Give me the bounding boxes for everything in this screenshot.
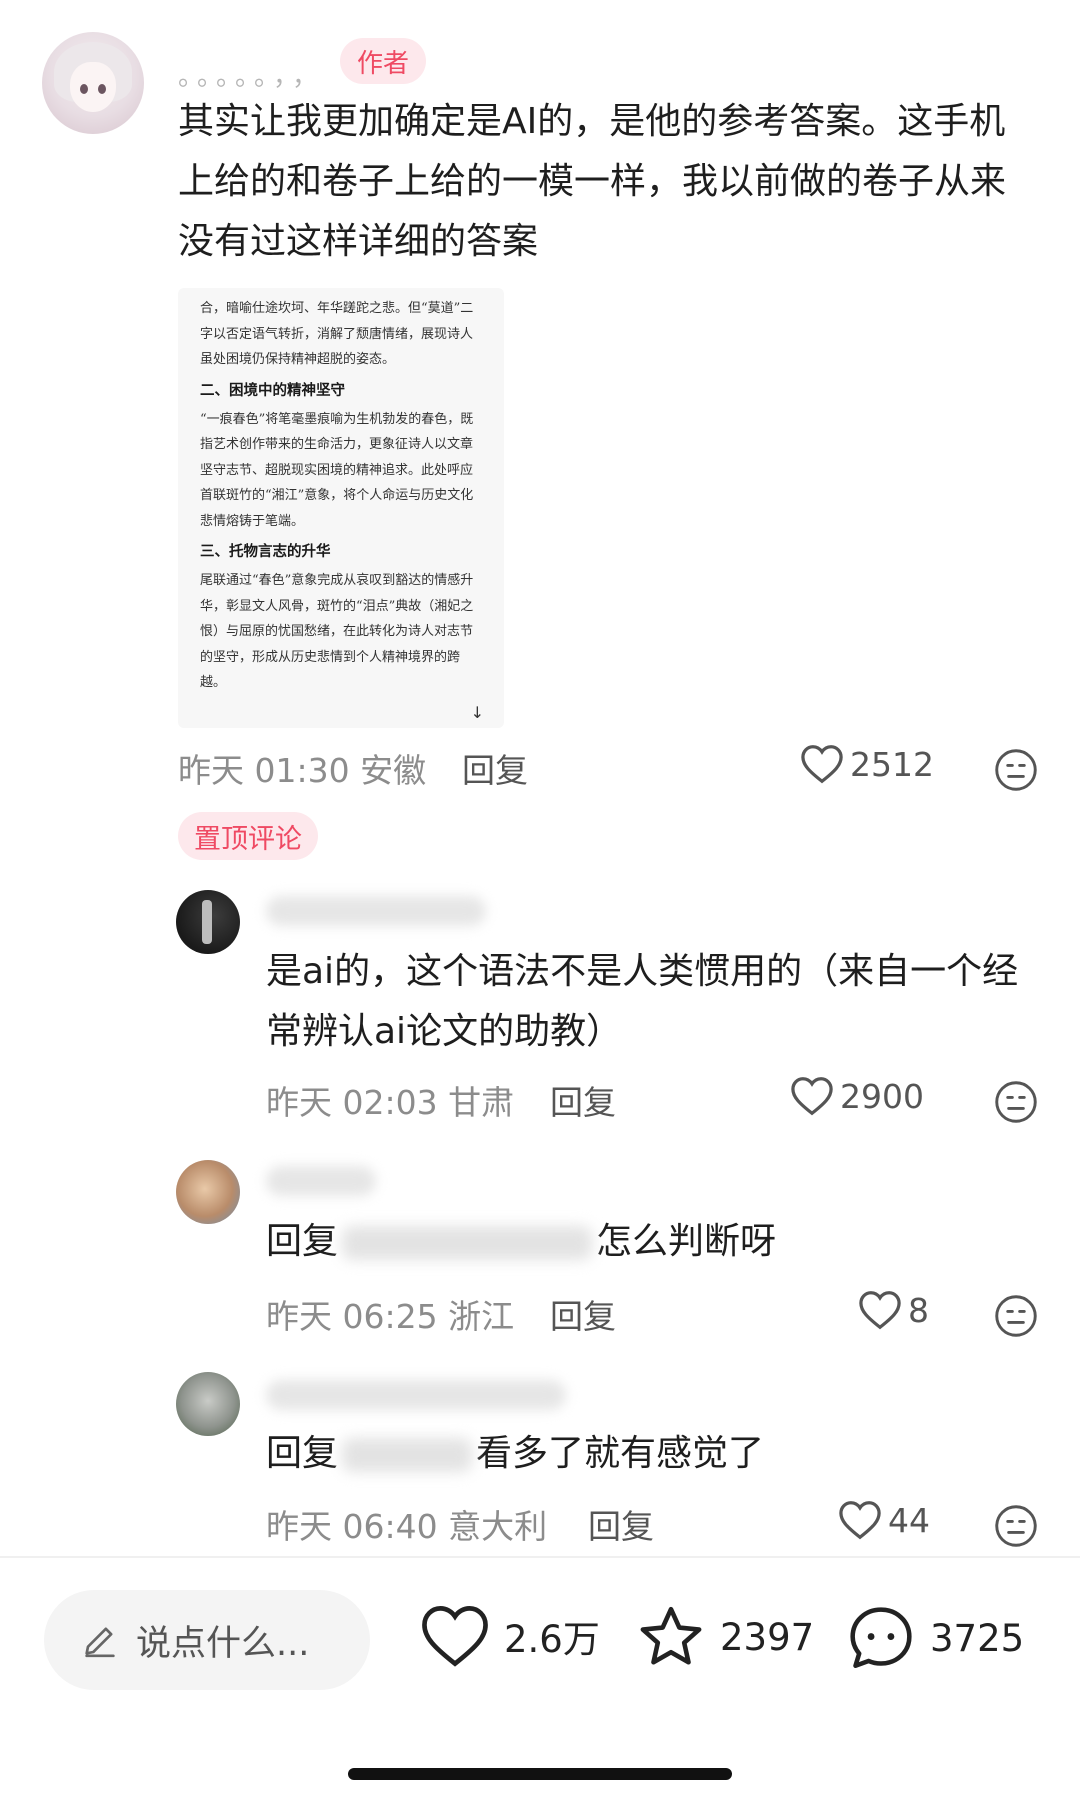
comment-meta: 昨天 06:25 浙江 (266, 1297, 515, 1336)
like-count: 2512 (850, 744, 934, 784)
image-paragraph: 尾联通过“春色”意象完成从哀叹到豁达的情感升华，彰显文人风骨，斑竹的“泪点”典故… (200, 573, 474, 690)
favorite-count: 2397 (720, 1615, 815, 1659)
like-button[interactable]: 44 (838, 1500, 930, 1540)
commenter-username-blurred[interactable] (266, 1166, 376, 1196)
commenter-username-blurred[interactable] (266, 896, 486, 926)
author-username[interactable]: 。。。。。，， (178, 56, 324, 93)
reply-button[interactable]: 回复 (462, 744, 528, 792)
pen-icon (85, 1627, 115, 1658)
meh-face-icon[interactable] (994, 748, 1038, 792)
home-indicator[interactable] (348, 1768, 732, 1780)
meh-face-icon[interactable] (994, 1080, 1038, 1124)
favorite-button[interactable]: 2397 (636, 1604, 814, 1670)
mentioned-user-blurred[interactable] (342, 1226, 593, 1260)
comment-text: 回复 看多了就有感觉了 (266, 1424, 1046, 1484)
reply-content: 怎么判断呀 (596, 1221, 777, 1262)
comment-input[interactable]: 说点什么... (44, 1590, 370, 1690)
avatar-eye (80, 84, 88, 94)
reply-prefix: 回复 (266, 1221, 339, 1262)
avatar-face (70, 62, 116, 112)
commenter-avatar[interactable] (176, 1160, 240, 1224)
like-count: 2900 (840, 1076, 924, 1116)
post-text: 其实让我更加确定是AI的，是他的参考答案。这手机上给的和卷子上给的一模一样，我以… (178, 101, 1007, 262)
comment-text: 回复 怎么判断呀 (266, 1212, 1046, 1272)
like-count: 44 (888, 1500, 930, 1540)
image-paragraph: “一痕春色”将笔毫墨痕喻为生机勃发的春色，既指艺术创作带来的生命活力，更象征诗人… (200, 411, 474, 529)
avatar-eye (98, 84, 106, 94)
image-heading: 二、困境中的精神坚守 (200, 381, 345, 399)
commenter-avatar[interactable] (176, 890, 240, 954)
comment-meta: 昨天 02:03 甘肃 (266, 1083, 515, 1122)
attached-image[interactable]: 合，暗喻仕途坎坷、年华蹉跎之悲。但“莫道”二字以否定语气转折，消解了颓唐情绪，展… (178, 288, 504, 728)
heart-icon (859, 1291, 901, 1330)
meh-face-icon[interactable] (994, 1294, 1038, 1338)
comment-meta: 昨天 06:40 意大利 (266, 1507, 548, 1546)
down-arrow-icon: ↓ (470, 703, 484, 722)
comments-button[interactable]: 3725 (846, 1604, 1024, 1672)
mentioned-user-blurred[interactable] (342, 1438, 473, 1472)
comment-input-placeholder: 说点什么... (136, 1623, 310, 1664)
comment-text: 是ai的，这个语法不是人类惯用的（来自一个经常辨认ai论文的助教） (266, 951, 1019, 1052)
meh-face-icon[interactable] (994, 1504, 1038, 1548)
like-post-button[interactable]: 2.6万 (420, 1604, 600, 1668)
comment-count: 3725 (930, 1616, 1025, 1660)
author-badge: 作者 (340, 38, 426, 84)
post-like-count: 2.6万 (504, 1618, 600, 1661)
reply-content: 看多了就有感觉了 (476, 1433, 765, 1474)
heart-icon (422, 1606, 488, 1667)
commenter-avatar[interactable] (176, 1372, 240, 1436)
commenter-username-blurred[interactable] (266, 1380, 566, 1410)
bottom-bar-divider (0, 1556, 1080, 1558)
reply-button[interactable]: 回复 (550, 1076, 616, 1124)
like-button[interactable]: 8 (858, 1290, 929, 1330)
avatar-figure (202, 900, 212, 944)
image-paragraph: 合，暗喻仕途坎坷、年华蹉跎之悲。但“莫道”二字以否定语气转折，消解了颓唐情绪，展… (200, 301, 474, 367)
like-button[interactable]: 2900 (790, 1076, 924, 1116)
like-button[interactable]: 2512 (800, 744, 934, 784)
chat-bubble-icon (850, 1607, 912, 1669)
reply-prefix: 回复 (266, 1433, 339, 1474)
heart-icon (801, 745, 843, 784)
post-meta: 昨天 01:30 安徽 (178, 751, 427, 790)
like-count: 8 (908, 1290, 929, 1330)
reply-button[interactable]: 回复 (550, 1290, 616, 1338)
heart-icon (791, 1077, 833, 1116)
heart-icon (839, 1501, 881, 1540)
pinned-comment-badge: 置顶评论 (178, 812, 318, 860)
author-avatar[interactable] (42, 32, 144, 134)
star-icon (640, 1606, 702, 1665)
reply-button[interactable]: 回复 (588, 1500, 654, 1548)
image-heading: 三、托物言志的升华 (200, 543, 331, 560)
